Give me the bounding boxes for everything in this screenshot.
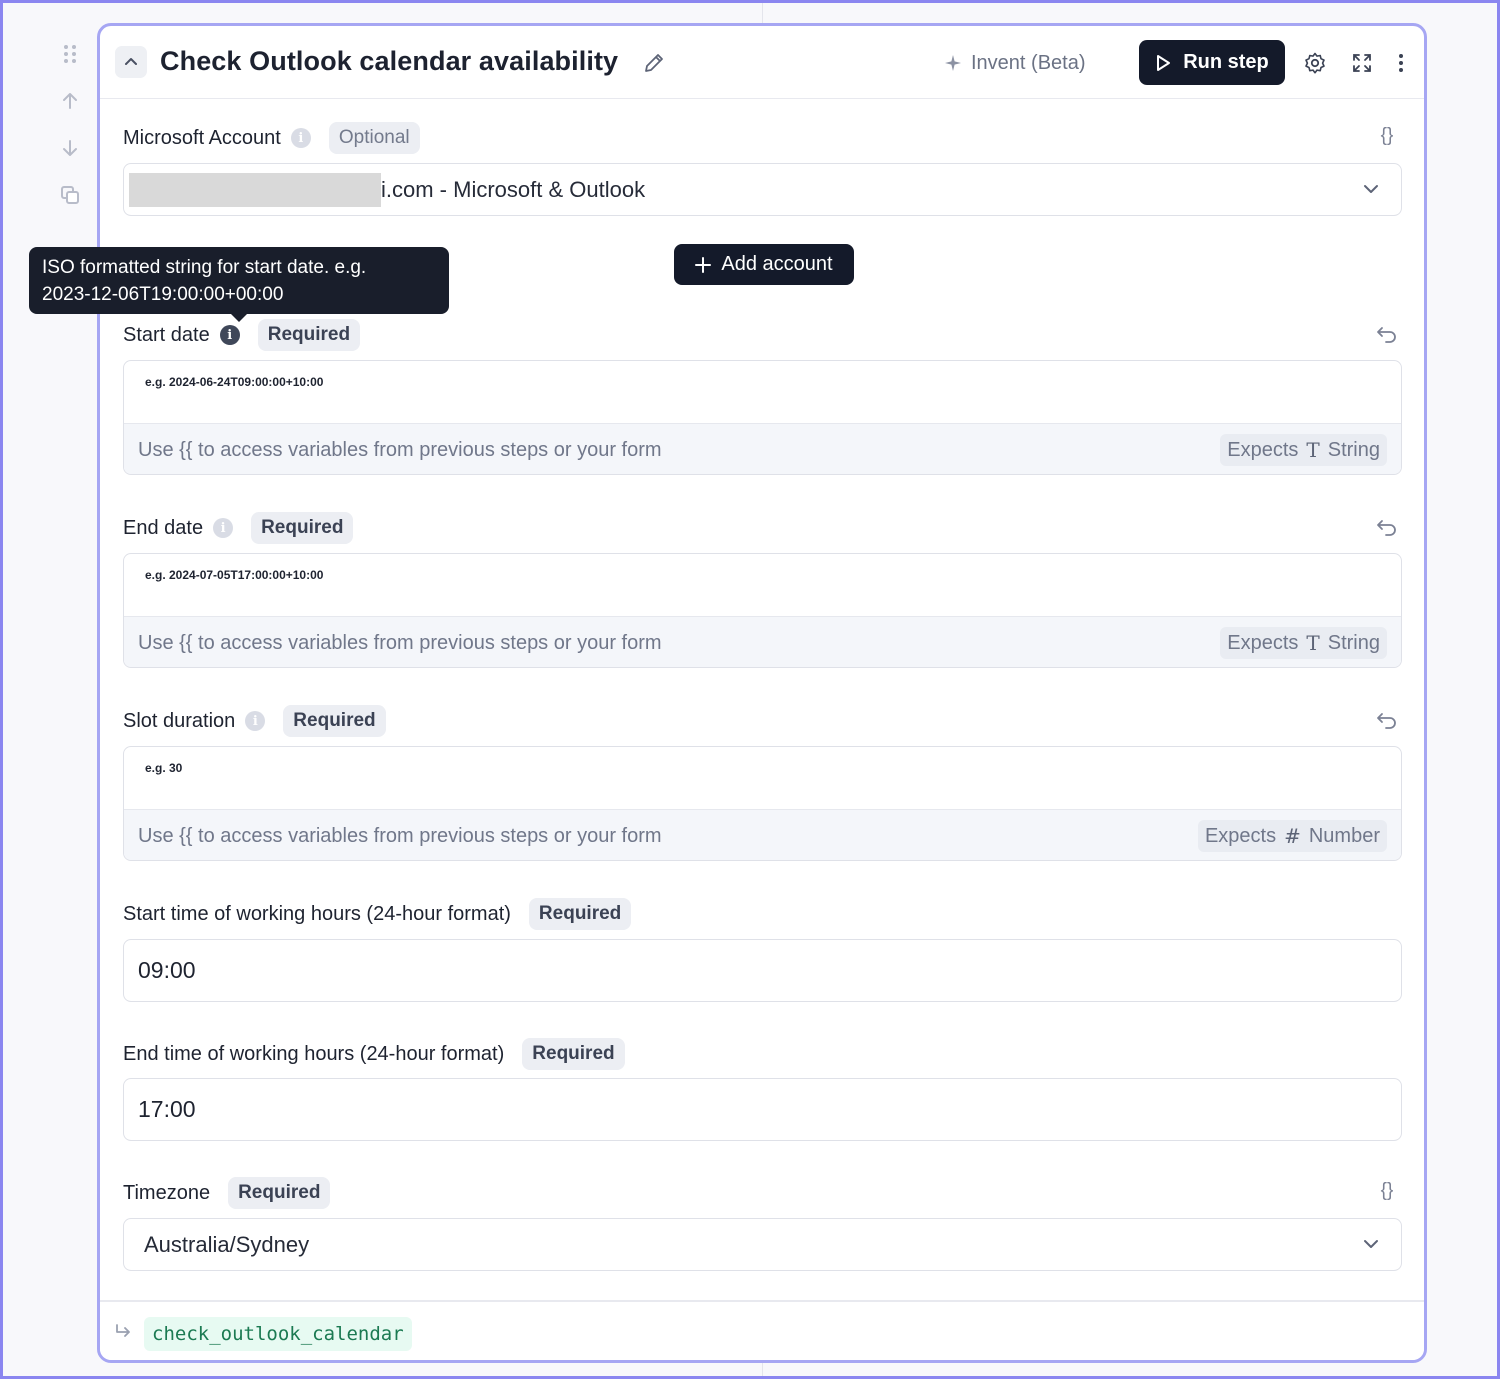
- string-type-icon: T: [1306, 438, 1320, 462]
- start-date-field[interactable]: e.g. 2024-06-24T09:00:00+10:00 Use {{ to…: [123, 360, 1402, 475]
- string-type-icon: T: [1306, 631, 1320, 655]
- required-badge: Required: [283, 705, 386, 737]
- number-type-icon: #: [1284, 824, 1301, 848]
- expected-type: String: [1327, 631, 1380, 654]
- variable-hint: Use {{ to access variables from previous…: [138, 631, 662, 654]
- invent-label: Invent (Beta): [971, 51, 1086, 74]
- collapse-button[interactable]: [115, 46, 147, 78]
- redacted-email: [129, 172, 381, 207]
- variable-hint-bar: Use {{ to access variables from previous…: [124, 423, 1401, 474]
- invent-button[interactable]: Invent (Beta): [945, 48, 1086, 78]
- tooltip-arrow: [230, 313, 248, 322]
- end-date-input[interactable]: e.g. 2024-07-05T17:00:00+10:00: [124, 554, 1401, 616]
- end-date-field[interactable]: e.g. 2024-07-05T17:00:00+10:00 Use {{ to…: [123, 553, 1402, 668]
- variable-hint-bar: Use {{ to access variables from previous…: [124, 809, 1401, 860]
- tooltip-line-2: 2023-12-06T19:00:00+00:00: [42, 284, 284, 305]
- add-account-label: Add account: [721, 253, 833, 275]
- microsoft-account-value: i.com - Microsoft & Outlook: [381, 176, 646, 202]
- slot-duration-label: Slot duration: [123, 709, 236, 732]
- slot-duration-input[interactable]: e.g. 30: [124, 747, 1401, 809]
- timezone-select[interactable]: Australia/Sydney: [123, 1218, 1402, 1271]
- start-date-input[interactable]: e.g. 2024-06-24T09:00:00+10:00: [124, 361, 1401, 423]
- end-date-label: End date: [123, 516, 204, 539]
- output-variable-name[interactable]: check_outlook_calendar: [144, 1317, 412, 1351]
- step-output-footer: check_outlook_calendar: [100, 1300, 1424, 1360]
- variable-hint: Use {{ to access variables from previous…: [138, 824, 662, 847]
- run-step-label: Run step: [1183, 51, 1269, 73]
- chevron-down-icon: [1364, 1240, 1378, 1248]
- chevron-up-icon: [125, 58, 137, 65]
- required-badge: Required: [228, 1177, 331, 1209]
- tooltip-line-1: ISO formatted string for start date. e.g…: [42, 257, 367, 278]
- variable-hint: Use {{ to access variables from previous…: [138, 438, 662, 461]
- required-badge: Required: [251, 512, 354, 544]
- timezone-label-row: Timezone Required: [123, 1177, 331, 1209]
- sparkle-icon: [945, 55, 961, 71]
- braces-icon[interactable]: {}: [1374, 1178, 1400, 1204]
- info-icon[interactable]: i: [245, 711, 266, 731]
- end-date-label-row: End date i Required: [123, 512, 354, 544]
- start-date-tooltip: ISO formatted string for start date. e.g…: [29, 247, 449, 314]
- step-header: Check Outlook calendar availability Inve…: [100, 26, 1424, 99]
- required-badge: Required: [528, 898, 632, 930]
- expects-label: Expects: [1227, 631, 1299, 654]
- play-icon: [1157, 54, 1171, 71]
- plus-icon: [695, 256, 712, 273]
- timezone-value: Australia/Sydney: [144, 1231, 310, 1257]
- microsoft-account-label: Microsoft Account: [123, 126, 281, 149]
- braces-icon[interactable]: {}: [1374, 123, 1400, 149]
- start-date-label: Start date: [123, 323, 210, 346]
- required-badge: Required: [522, 1038, 625, 1070]
- end-time-label-row: End time of working hours (24-hour forma…: [123, 1038, 625, 1070]
- microsoft-account-select[interactable]: i.com - Microsoft & Outlook: [123, 163, 1402, 216]
- info-icon[interactable]: i: [219, 325, 240, 345]
- reset-icon[interactable]: [1374, 708, 1400, 734]
- duplicate-icon[interactable]: [56, 181, 84, 209]
- end-time-input[interactable]: 17:00: [123, 1078, 1402, 1141]
- step-card: Check Outlook calendar availability Inve…: [97, 23, 1427, 1363]
- start-time-input[interactable]: 09:00: [123, 939, 1402, 1002]
- return-arrow-icon: [116, 1324, 130, 1337]
- move-up-icon[interactable]: [56, 87, 84, 115]
- required-badge: Required: [257, 319, 361, 351]
- end-time-label: End time of working hours (24-hour forma…: [123, 1042, 505, 1065]
- start-date-label-row: Start date i Required: [123, 319, 361, 351]
- expected-type: Number: [1308, 824, 1380, 847]
- add-account-button[interactable]: Add account: [674, 244, 854, 285]
- chevron-down-icon: [1364, 185, 1378, 193]
- run-step-button[interactable]: Run step: [1139, 40, 1285, 85]
- info-icon[interactable]: i: [213, 518, 234, 538]
- slot-duration-field[interactable]: e.g. 30 Use {{ to access variables from …: [123, 746, 1402, 861]
- info-icon[interactable]: i: [290, 128, 311, 148]
- move-down-icon[interactable]: [56, 134, 84, 162]
- settings-gear-icon[interactable]: [1302, 50, 1328, 76]
- timezone-label: Timezone: [123, 1181, 211, 1204]
- more-options-icon[interactable]: [1388, 50, 1414, 76]
- drag-handle-icon[interactable]: [56, 40, 84, 68]
- expects-type-chip: Expects # Number: [1197, 820, 1387, 852]
- start-time-label-row: Start time of working hours (24-hour for…: [123, 898, 632, 930]
- slot-duration-label-row: Slot duration i Required: [123, 705, 386, 737]
- expects-label: Expects: [1204, 824, 1277, 847]
- reset-icon[interactable]: [1374, 322, 1400, 348]
- expects-type-chip: Expects T String: [1220, 627, 1387, 659]
- expand-icon[interactable]: [1349, 50, 1375, 76]
- reset-icon[interactable]: [1374, 515, 1400, 541]
- microsoft-account-label-row: Microsoft Account i Optional: [123, 122, 420, 154]
- expected-type: String: [1327, 438, 1380, 461]
- optional-badge: Optional: [328, 122, 420, 154]
- pencil-icon[interactable]: [642, 51, 666, 75]
- step-title: Check Outlook calendar availability: [160, 46, 619, 76]
- step-side-toolbar: [56, 40, 84, 228]
- variable-hint-bar: Use {{ to access variables from previous…: [124, 616, 1401, 667]
- expects-label: Expects: [1227, 438, 1299, 461]
- expects-type-chip: Expects T String: [1220, 434, 1387, 466]
- start-time-label: Start time of working hours (24-hour for…: [123, 902, 511, 925]
